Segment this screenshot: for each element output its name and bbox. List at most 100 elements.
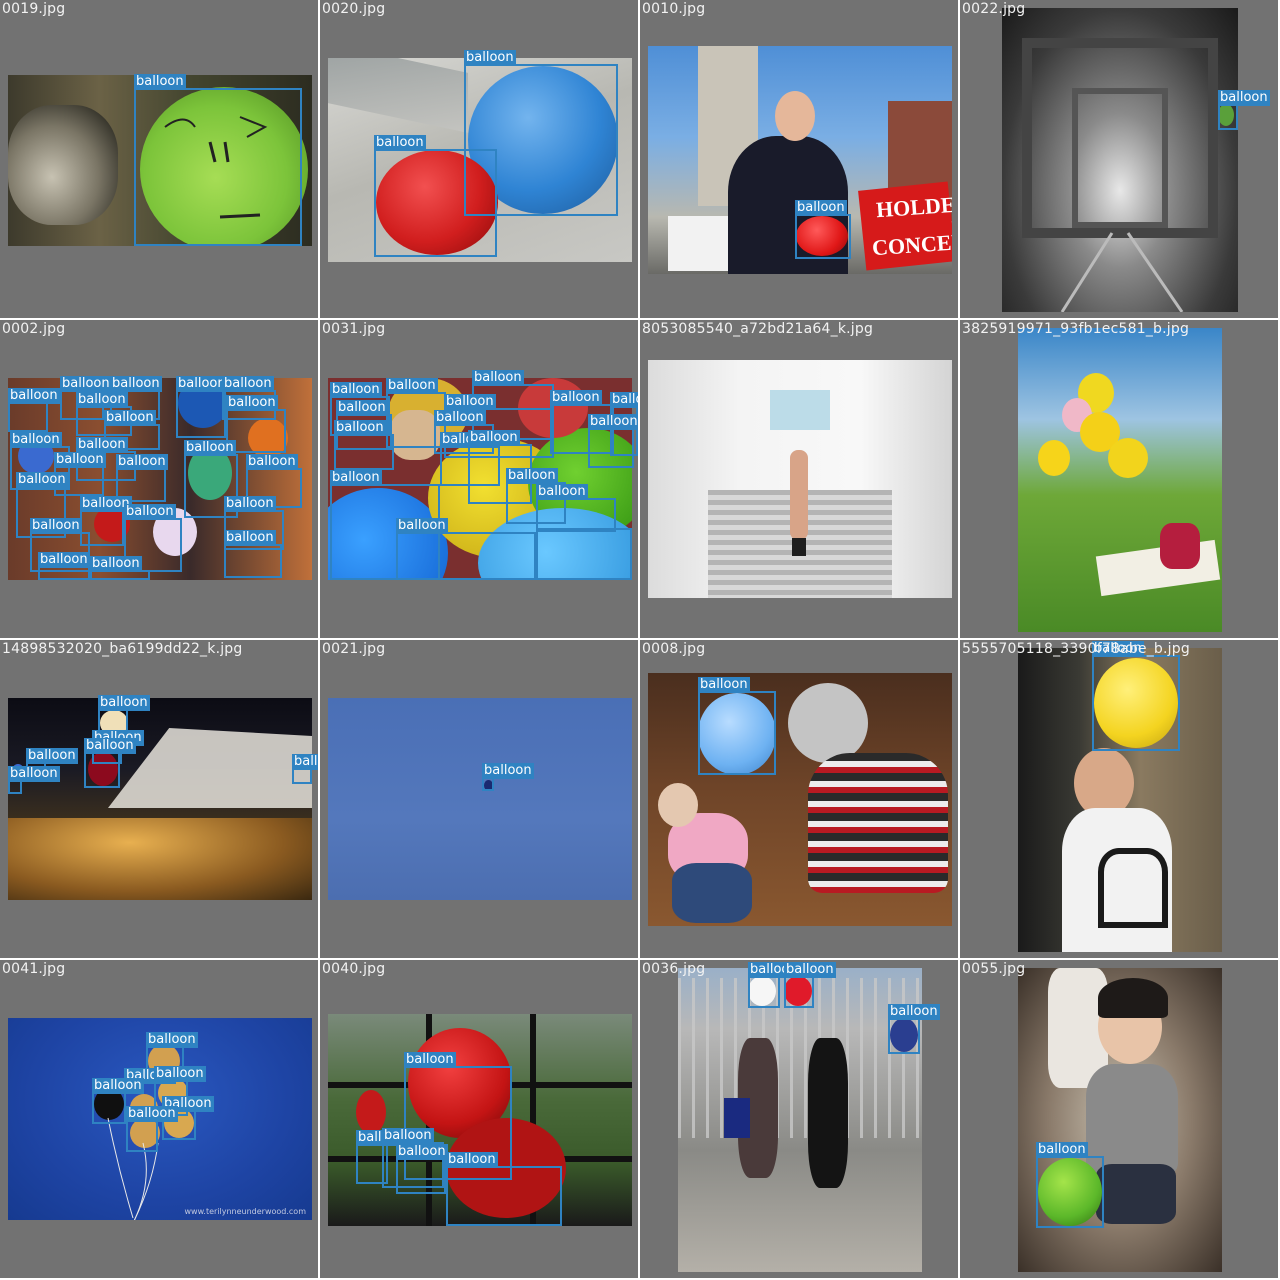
balloon-label: balloon <box>336 400 388 416</box>
balloon-label: balloon <box>386 378 438 394</box>
tile-filename: 0002.jpg <box>2 321 66 337</box>
balloon-box: balloon <box>8 388 60 432</box>
balloon-label: balloon <box>184 440 236 456</box>
balloon-label: balloon <box>30 518 82 534</box>
balloon-label: balloon <box>176 376 228 392</box>
balloon-box: balloon <box>134 74 302 246</box>
balloon-label: balloon <box>60 376 112 392</box>
balloon-box: balloon <box>374 135 497 257</box>
tile-0040[interactable]: 0040.jpg balloon balloon balloon balloon… <box>320 960 638 1278</box>
tile-filename: 0055.jpg <box>962 961 1026 977</box>
balloon-label: balloon <box>116 454 168 470</box>
balloon-label: balloon <box>330 470 382 486</box>
balloon-label: balloon <box>54 452 106 468</box>
balloon-label: balloon <box>795 200 847 216</box>
balloon-box: balloon <box>334 420 394 470</box>
balloon-label: balloon <box>90 556 142 572</box>
tile-3825919971[interactable]: 3825919971_93fb1ec581_b.jpg balloon ball… <box>960 320 1278 638</box>
balloon-label: balloon <box>588 414 638 430</box>
tile-8053085540[interactable]: 8053085540_a72bd21a64_k.jpg balloon ball… <box>640 320 958 638</box>
tile-filename: 0022.jpg <box>962 1 1026 17</box>
balloon-label: balloon <box>382 1128 434 1144</box>
balloon-label: balloon <box>784 962 836 978</box>
balloon-label: balloon <box>92 1078 144 1094</box>
balloon-label: balloon <box>1218 90 1270 106</box>
tile-photo <box>1018 328 1222 632</box>
tile-0041[interactable]: 0041.jpg www.terilynneunderwood.com ball… <box>0 960 318 1278</box>
tile-photo <box>8 698 312 900</box>
balloon-box: balloon <box>92 1078 144 1124</box>
tile-filename: 3825919971_93fb1ec581_b.jpg <box>962 321 1190 337</box>
balloon-box: balloon <box>784 962 836 1008</box>
balloon-label: balloon <box>8 766 60 782</box>
balloon-label: balloon <box>888 1004 940 1020</box>
balloon-label: balloon <box>330 382 382 398</box>
tile-photo <box>328 698 632 900</box>
balloon-label: balloon <box>126 1106 178 1122</box>
tile-photo <box>648 673 952 926</box>
tile-0020[interactable]: 0020.jpg balloon balloon <box>320 0 638 318</box>
balloon-label: balloon <box>434 410 486 426</box>
balloon-box: balloon <box>224 530 282 578</box>
tile-0021[interactable]: 0021.jpg balloon <box>320 640 638 958</box>
tile-filename: 5555705118_3390f78abe_b.jpg <box>962 641 1190 657</box>
balloon-box: balloon <box>536 484 616 532</box>
balloon-label: balloon <box>26 748 78 764</box>
balloon-box: balloon <box>698 677 776 775</box>
balloon-label: balloon <box>536 484 588 500</box>
balloon-label: balloon <box>1036 1142 1088 1158</box>
tile-filename: 0020.jpg <box>322 1 386 17</box>
balloon-label: balloon <box>104 410 156 426</box>
balloon-label: balloon <box>472 370 524 386</box>
tile-0055[interactable]: 0055.jpg balloon <box>960 960 1278 1278</box>
watermark-text: www.terilynneunderwood.com <box>184 1207 307 1216</box>
balloon-box: balloon <box>888 1004 940 1054</box>
balloon-label: balloon <box>146 1032 198 1048</box>
tile-0031[interactable]: 0031.jpg balloon balloon balloon balloon… <box>320 320 638 638</box>
banner-text-2: CONCER <box>871 228 952 261</box>
balloon-box: balloon <box>1092 641 1180 751</box>
balloon-label: balloon <box>222 376 274 392</box>
balloon-box: balloon <box>126 1106 178 1152</box>
balloon-label: balloon <box>506 468 558 484</box>
tile-0019[interactable]: 0019.jpg balloon <box>0 0 318 318</box>
tile-0022[interactable]: 0022.jpg balloon <box>960 0 1278 318</box>
tile-14898532020[interactable]: 14898532020_ba6199dd22_k.jpg balloon bal… <box>0 640 318 958</box>
balloon-label: balloon <box>464 50 516 66</box>
balloon-box: balloon <box>292 754 318 784</box>
balloon-label: balloon <box>38 552 90 568</box>
balloon-label: balloon <box>110 376 162 392</box>
tile-0008[interactable]: 0008.jpg balloon <box>640 640 958 958</box>
tile-5555705118[interactable]: 5555705118_3390f78abe_b.jpg balloon <box>960 640 1278 958</box>
balloon-label: balloon <box>444 394 496 410</box>
balloon-box: balloon <box>176 376 228 438</box>
tile-filename: 8053085540_a72bd21a64_k.jpg <box>642 321 874 337</box>
balloon-box: balloon <box>482 763 534 791</box>
balloon-label: balloon <box>396 1144 448 1160</box>
tile-filename: 14898532020_ba6199dd22_k.jpg <box>2 641 243 657</box>
banner-text-1: HOLDEN <box>875 190 952 223</box>
balloon-box: balloon <box>90 556 150 580</box>
tile-0036[interactable]: 0036.jpg balloon balloon balloon <box>640 960 958 1278</box>
balloon-label: balloon <box>76 392 128 408</box>
balloon-box: balloon <box>588 414 638 468</box>
balloon-box <box>536 528 632 580</box>
balloon-box: balloon <box>1036 1142 1104 1228</box>
balloon-label: balloon <box>334 420 386 436</box>
tile-0010[interactable]: 0010.jpg HOLDEN CONCER balloon <box>640 0 958 318</box>
tile-filename: 0040.jpg <box>322 961 386 977</box>
balloon-label: balloon <box>124 504 176 520</box>
tile-filename: 0019.jpg <box>2 1 66 17</box>
tile-0002[interactable]: 0002.jpg balloon balloon balloon balloon… <box>0 320 318 638</box>
balloon-label: balloon <box>8 388 60 404</box>
balloon-box: balloon <box>84 738 136 788</box>
balloon-label: balloon <box>550 390 602 406</box>
balloon-label: balloon <box>84 738 136 754</box>
balloon-label: balloon <box>404 1052 456 1068</box>
balloon-label: balloon <box>224 496 276 512</box>
balloon-label: balloon <box>154 1066 206 1082</box>
balloon-label: balloon <box>98 695 150 711</box>
balloon-label: balloon <box>224 530 276 546</box>
tile-filename: 0008.jpg <box>642 641 706 657</box>
balloon-box: balloon <box>795 200 851 259</box>
